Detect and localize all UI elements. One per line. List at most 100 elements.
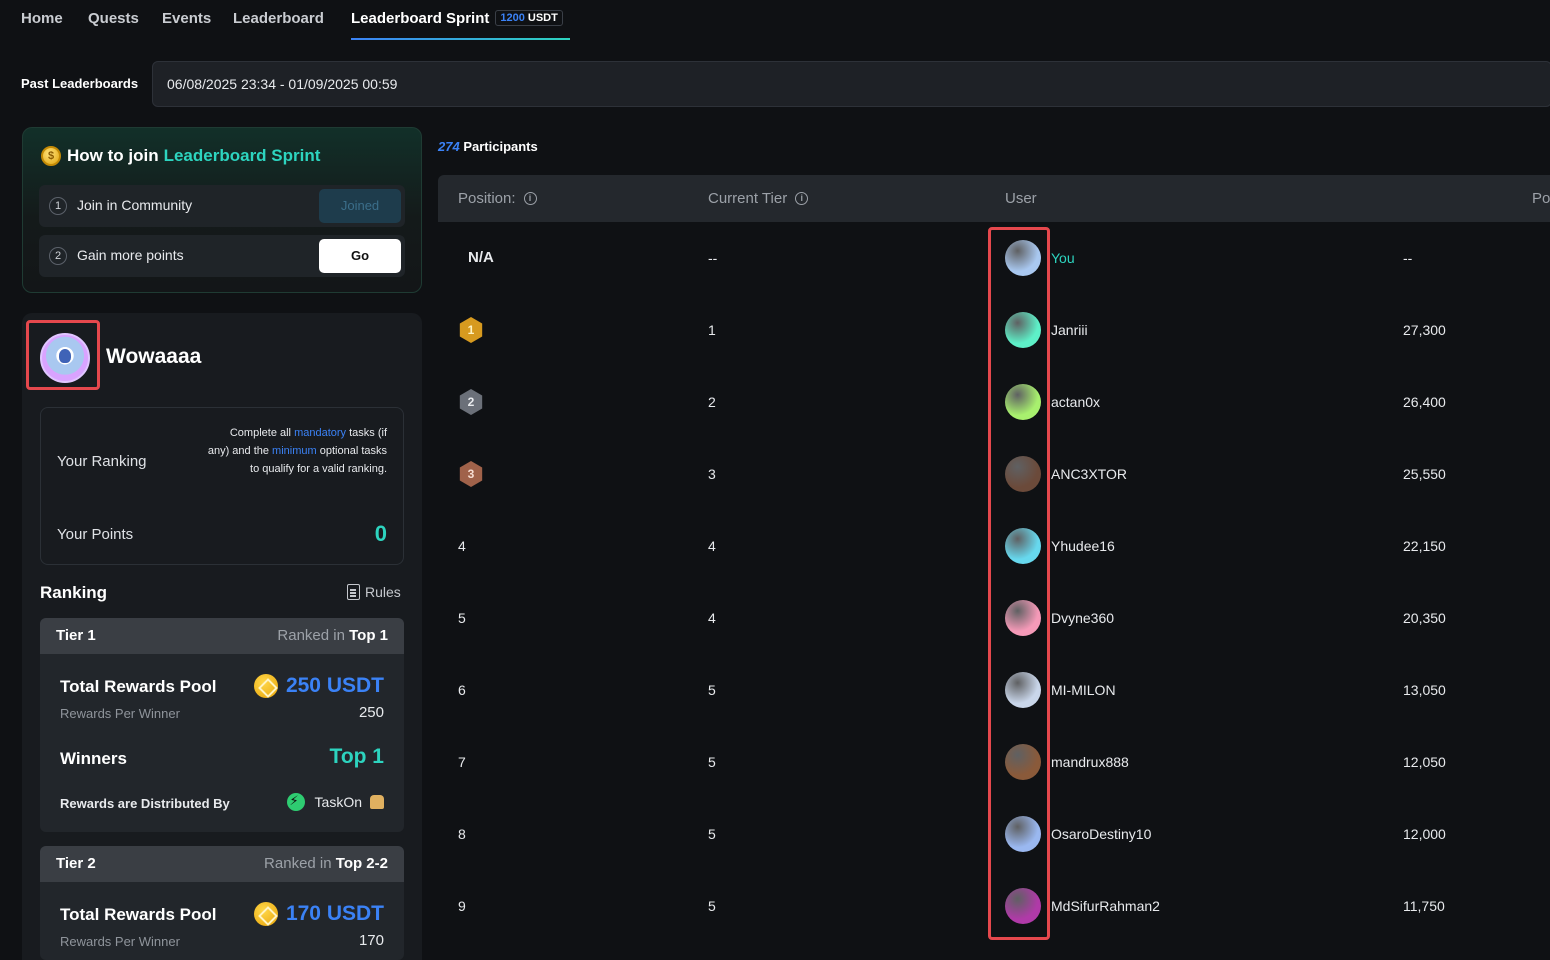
per-winner-label: Rewards Per Winner (60, 706, 180, 721)
row-tier: 5 (708, 826, 716, 842)
row-points: 26,400 (1403, 394, 1446, 410)
tab-leaderboard-sprint[interactable]: Leaderboard Sprint 1200 USDT (351, 10, 563, 27)
col-tier-label: Current Tier (708, 190, 788, 207)
how-to-join-title-prefix: How to join (67, 146, 159, 165)
pool-row: Total Rewards Pool 250 USDT (60, 674, 384, 698)
usdt-coin-icon (253, 674, 278, 698)
row-tier: -- (708, 250, 718, 266)
tier-name: Tier 2 (56, 855, 96, 872)
tier-card: Tier 2 Ranked in Top 2-2 Total Rewards P… (40, 846, 404, 960)
row-position: 4 (458, 538, 466, 554)
row-points: 11,750 (1403, 898, 1445, 914)
distributed-by-label: Rewards are Distributed By (60, 796, 230, 811)
mascot-icon (370, 795, 384, 809)
pool-value: 170 USDT (253, 902, 384, 926)
your-points-value: 0 (374, 521, 387, 546)
pool-amount: 170 USDT (285, 902, 384, 925)
participants-number: 274 (438, 139, 460, 154)
past-leaderboards-label: Past Leaderboards (21, 76, 139, 91)
row-username[interactable]: OsaroDestiny10 (1051, 826, 1151, 842)
profile-username: Wowaaaa (106, 345, 202, 368)
info-icon[interactable]: i (795, 192, 809, 205)
col-position-label: Position: (458, 190, 516, 207)
distributor[interactable]: TaskOn (286, 793, 384, 811)
step-number: 1 (49, 197, 67, 215)
row-points: 12,050 (1403, 754, 1446, 770)
row-username[interactable]: MI-MILON (1051, 682, 1116, 698)
row-points: 13,050 (1403, 682, 1446, 698)
row-position: 7 (458, 754, 466, 770)
row-tier: 5 (708, 682, 716, 698)
row-username[interactable]: Yhudee16 (1051, 538, 1115, 554)
row-username[interactable]: MdSifurRahman2 (1051, 898, 1160, 914)
pool-label: Total Rewards Pool (60, 905, 217, 924)
row-username[interactable]: You (1051, 250, 1075, 266)
mandatory-link[interactable]: mandatory (294, 427, 346, 439)
join-step-community: 1 Join in Community Joined (39, 185, 405, 227)
tab-leaderboard[interactable]: Leaderboard (233, 10, 324, 27)
row-username[interactable]: Dvyne360 (1051, 610, 1114, 626)
ranking-summary-box: Your Ranking Complete all mandatory task… (40, 407, 404, 565)
row-points: 12,000 (1403, 826, 1446, 842)
note-text: Complete all (229, 427, 295, 439)
row-username[interactable]: actan0x (1051, 394, 1100, 410)
ranking-qualification-note: Complete all mandatory tasks (if any) an… (207, 424, 387, 478)
rules-label: Rules (365, 584, 401, 600)
per-winner-value: 170 (358, 932, 384, 949)
minimum-link[interactable]: minimum (272, 445, 317, 457)
per-winner-value: 250 (358, 704, 384, 721)
row-tier: 1 (708, 322, 716, 338)
prize-badge-amount: 1200 (500, 12, 525, 24)
row-position: N/A (468, 249, 494, 266)
row-tier: 2 (708, 394, 716, 410)
tab-leaderboard-sprint-label: Leaderboard Sprint (351, 10, 490, 27)
row-username[interactable]: mandrux888 (1051, 754, 1129, 770)
info-icon[interactable]: i (523, 192, 537, 205)
tier-name: Tier 1 (56, 627, 96, 644)
tab-events[interactable]: Events (162, 10, 211, 27)
row-tier: 5 (708, 754, 716, 770)
ranking-title: Ranking (40, 583, 108, 602)
col-tier: Current Tier i (708, 190, 809, 207)
past-leaderboards-select[interactable]: 06/08/2025 23:34 - 01/09/2025 00:59 (152, 61, 1550, 107)
step-label: Join in Community (77, 197, 193, 213)
row-tier: 3 (708, 466, 716, 482)
row-position: 8 (458, 826, 466, 842)
tier-ranked-top: Top 1 (349, 627, 388, 644)
row-position: 5 (458, 610, 466, 626)
col-position: Position: i (458, 190, 537, 207)
leaderboard-header: Position: i Current Tier i User Po (438, 175, 1550, 222)
per-winner-row: Rewards Per Winner 250 (60, 704, 384, 723)
prize-badge-currency: USDT (527, 12, 558, 24)
usdt-coin-icon (253, 902, 278, 926)
rules-button[interactable]: Rules (347, 584, 401, 600)
joined-button[interactable]: Joined (319, 189, 401, 223)
tab-home[interactable]: Home (21, 10, 63, 27)
how-to-join-title-highlight: Leaderboard Sprint (163, 146, 321, 165)
distributor-row: Rewards are Distributed By TaskOn (60, 793, 384, 813)
pool-value: 250 USDT (253, 674, 384, 698)
tab-quests[interactable]: Quests (88, 10, 139, 27)
col-points: Po (1532, 190, 1550, 207)
row-position: 6 (458, 682, 466, 698)
row-username[interactable]: ANC3XTOR (1051, 466, 1127, 482)
row-tier: 4 (708, 610, 716, 626)
rank-medal-icon: 3 (459, 461, 483, 487)
row-position: 9 (458, 898, 466, 914)
your-points-label: Your Points (57, 526, 134, 543)
rank-medal-icon: 1 (459, 317, 483, 343)
winners-row: Winners Top 1 (60, 745, 384, 769)
tier-ranked-top: Top 2-2 (335, 855, 388, 872)
highlight-box-avatar (26, 320, 100, 390)
tier-ranked-in-label: Ranked in (264, 855, 332, 872)
past-leaderboards-selected-range: 06/08/2025 23:34 - 01/09/2025 00:59 (167, 76, 398, 92)
tier-card: Tier 1 Ranked in Top 1 Total Rewards Poo… (40, 618, 404, 832)
distributor-name: TaskOn (314, 794, 362, 810)
taskon-logo-icon (286, 793, 305, 811)
go-button[interactable]: Go (319, 239, 401, 273)
row-username[interactable]: Janriii (1051, 322, 1088, 338)
highlight-box-avatars (988, 227, 1050, 940)
active-tab-underline (351, 38, 570, 40)
tier-ranked-in: Ranked in Top 1 (277, 627, 388, 644)
row-tier: 5 (708, 898, 716, 914)
